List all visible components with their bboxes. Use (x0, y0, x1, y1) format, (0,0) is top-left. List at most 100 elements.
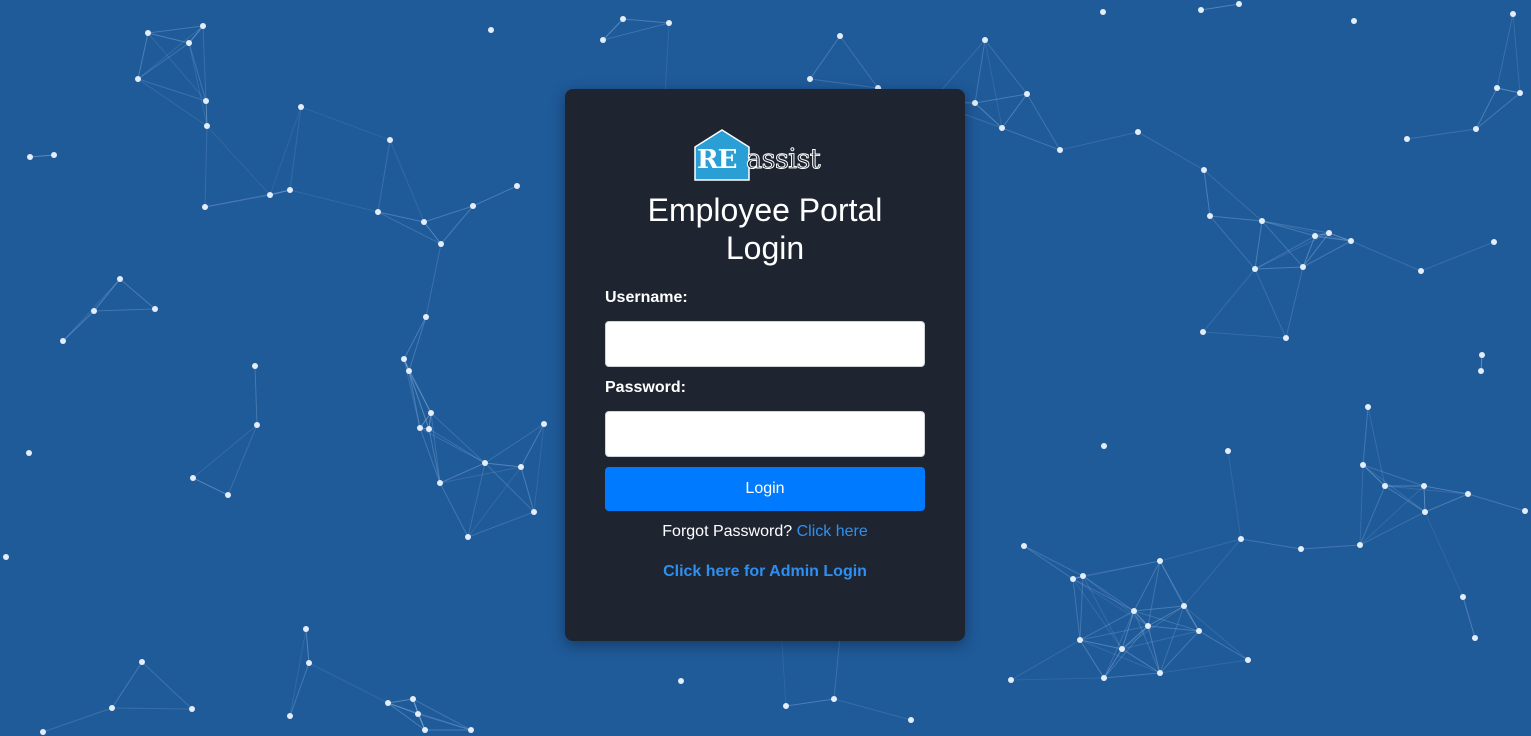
network-dot (1225, 448, 1231, 454)
network-dot (1196, 628, 1202, 634)
network-dot (190, 475, 196, 481)
network-line (206, 125, 271, 196)
network-line (1362, 464, 1386, 487)
network-line (1137, 131, 1205, 171)
network-line (1362, 406, 1369, 466)
network-line (289, 189, 379, 213)
network-dot (1021, 543, 1027, 549)
network-line (119, 278, 156, 310)
network-line (1240, 538, 1302, 550)
network-dot (252, 363, 258, 369)
network-line (1026, 93, 1061, 151)
network-line (204, 125, 208, 208)
password-input[interactable] (605, 411, 925, 457)
network-dot (27, 154, 33, 160)
network-line (389, 139, 425, 223)
network-dot (1119, 646, 1125, 652)
network-line (412, 698, 472, 731)
reassist-logo: RE assist (694, 129, 836, 181)
network-dot (225, 492, 231, 498)
network-line (1200, 3, 1240, 11)
network-line (1082, 575, 1135, 612)
network-line (785, 698, 835, 707)
network-line (1406, 128, 1477, 140)
network-line (289, 628, 307, 717)
network-dot (202, 204, 208, 210)
network-dot (972, 100, 978, 106)
network-line (974, 93, 1028, 104)
network-dot (468, 727, 474, 733)
network-line (1359, 511, 1426, 546)
network-line (192, 424, 258, 479)
network-dot (482, 460, 488, 466)
network-line (42, 707, 113, 733)
forgot-password-link[interactable]: Click here (797, 523, 868, 540)
network-line (1209, 215, 1263, 222)
network-dot (1494, 85, 1500, 91)
network-dot (26, 450, 32, 456)
network-line (111, 661, 143, 709)
network-line (1254, 232, 1330, 270)
network-dot (423, 314, 429, 320)
network-line (439, 482, 469, 538)
network-dot (303, 626, 309, 632)
network-line (308, 662, 389, 704)
network-dot (1198, 7, 1204, 13)
network-dot (1300, 264, 1306, 270)
network-dot (1404, 136, 1410, 142)
network-line (430, 412, 441, 484)
network-line (1079, 575, 1084, 641)
network-line (254, 365, 258, 426)
network-line (188, 42, 207, 102)
network-line (147, 32, 190, 44)
network-line (377, 211, 425, 223)
network-dot (1238, 536, 1244, 542)
network-dot (1478, 368, 1484, 374)
network-line (1359, 485, 1386, 546)
network-dot (1517, 90, 1523, 96)
network-dot (1465, 491, 1471, 497)
network-line (1010, 677, 1105, 681)
page-title: Employee Portal Login (565, 191, 965, 267)
network-line (1261, 220, 1304, 268)
network-dot (60, 338, 66, 344)
network-dot (415, 711, 421, 717)
network-line (1159, 538, 1242, 562)
network-line (472, 185, 518, 207)
network-line (484, 462, 522, 468)
login-button[interactable]: Login (605, 467, 925, 511)
network-line (1254, 266, 1304, 270)
network-line (1462, 596, 1476, 639)
network-line (1010, 639, 1081, 681)
network-line (533, 423, 545, 513)
network-dot (807, 76, 813, 82)
network-dot (1201, 167, 1207, 173)
network-dot (200, 23, 206, 29)
network-line (93, 308, 156, 312)
network-line (408, 370, 432, 414)
network-line (1202, 331, 1287, 339)
network-line (300, 106, 391, 141)
network-line (439, 462, 486, 484)
network-dot (1479, 352, 1485, 358)
network-dot (1259, 218, 1265, 224)
network-line (1512, 13, 1521, 94)
network-dot (186, 40, 192, 46)
network-dot (1348, 238, 1354, 244)
network-dot (417, 425, 423, 431)
username-input[interactable] (605, 321, 925, 367)
network-line (1350, 240, 1422, 272)
admin-login-link[interactable]: Click here for Admin Login (565, 563, 965, 581)
network-dot (117, 276, 123, 282)
network-line (111, 707, 193, 710)
network-line (1209, 215, 1256, 270)
network-line (137, 78, 208, 127)
network-line (428, 428, 486, 464)
network-line (269, 189, 291, 196)
network-dot (298, 104, 304, 110)
network-line (1367, 406, 1386, 487)
network-line (1079, 639, 1123, 650)
network-dot (401, 356, 407, 362)
network-line (1023, 545, 1074, 580)
network-line (147, 25, 204, 34)
